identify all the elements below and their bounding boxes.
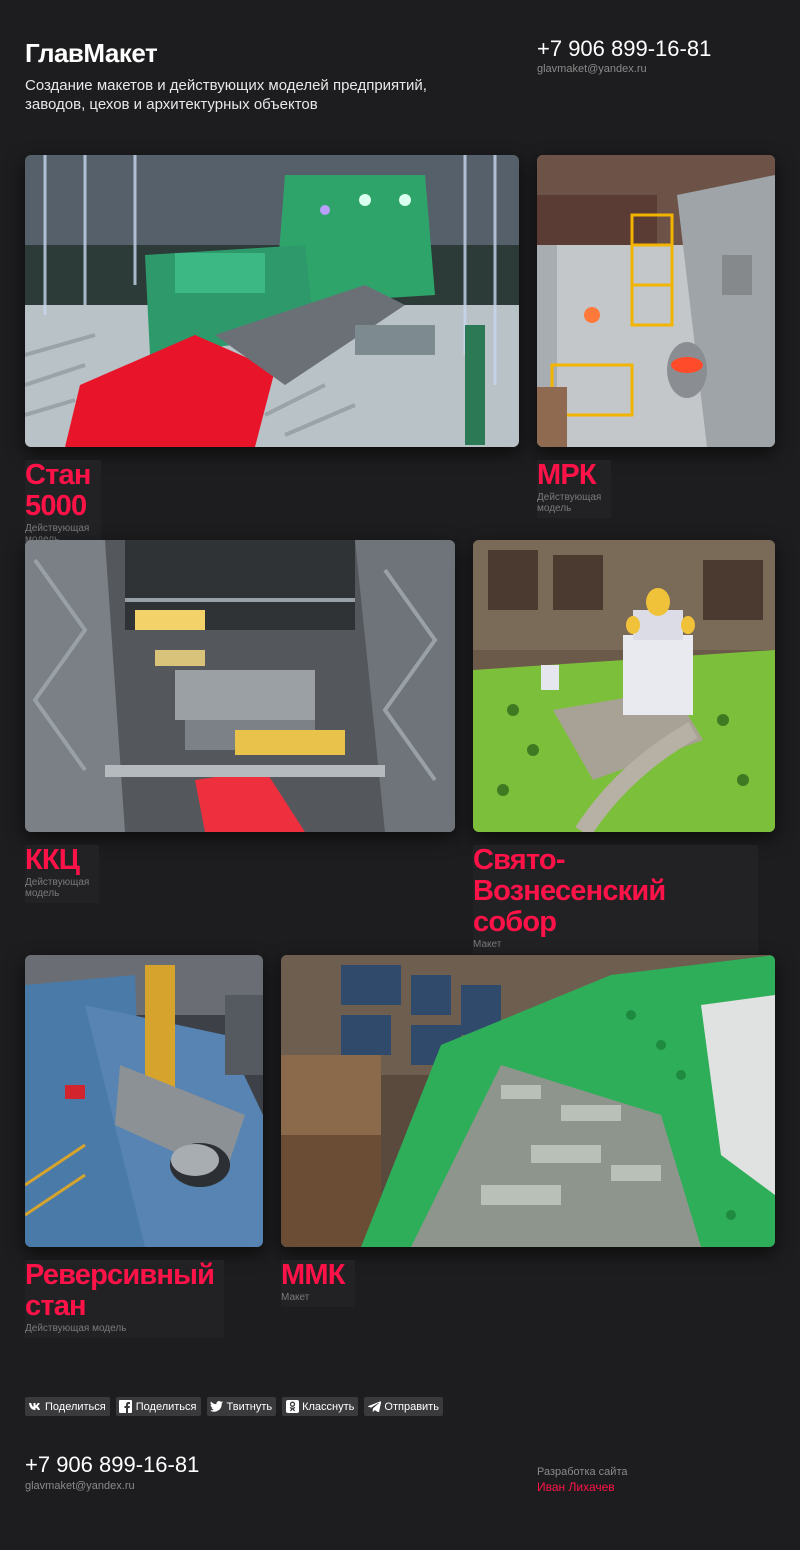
project-title[interactable]: ММК <box>281 1260 345 1291</box>
share-label: Класснуть <box>302 1400 355 1413</box>
developer-label: Разработка сайта <box>537 1466 628 1478</box>
share-twitter-button[interactable]: Твитнуть <box>206 1397 277 1416</box>
project-caption: Свято-Вознесенский собор Макет <box>473 845 758 954</box>
share-vk-button[interactable]: Поделиться <box>25 1397 110 1416</box>
project-subtitle: Макет <box>281 1292 310 1303</box>
footer-phone[interactable]: +7 906 899-16-81 <box>25 1452 199 1478</box>
project-caption: ККЦ Действующая модель <box>25 845 100 903</box>
header-phone[interactable]: +7 906 899-16-81 <box>537 36 711 62</box>
project-subtitle: Действующая модель <box>25 877 90 899</box>
project-title[interactable]: Реверсивный стан <box>25 1260 215 1322</box>
project-title[interactable]: МРК <box>537 460 601 491</box>
project-subtitle: Действующая модель <box>25 1323 127 1334</box>
project-image[interactable] <box>25 540 455 832</box>
project-title[interactable]: ККЦ <box>25 845 89 876</box>
project-image[interactable] <box>25 955 263 1247</box>
site-tagline: Создание макетов и действующих моделей п… <box>25 77 427 113</box>
project-image[interactable] <box>25 155 519 447</box>
project-title[interactable]: Стан 5000 <box>25 460 91 522</box>
share-label: Отправить <box>384 1400 439 1413</box>
share-telegram-button[interactable]: Отправить <box>364 1397 443 1416</box>
share-label: Поделиться <box>135 1400 197 1413</box>
project-caption: ММК Макет <box>281 1260 355 1307</box>
project-image[interactable] <box>537 155 775 447</box>
facebook-icon <box>119 1400 133 1414</box>
site-logo[interactable]: ГлавМакет <box>25 38 158 69</box>
project-caption: МРК Действующая модель <box>537 460 612 518</box>
header-email[interactable]: glavmaket@yandex.ru <box>537 63 647 75</box>
share-label: Поделиться <box>45 1400 106 1413</box>
project-subtitle: Макет <box>473 939 502 950</box>
share-odnoklassniki-button[interactable]: Класснуть <box>282 1397 359 1416</box>
telegram-icon <box>367 1400 381 1414</box>
share-label: Твитнуть <box>226 1400 273 1413</box>
odnoklassniki-icon <box>285 1400 299 1414</box>
vk-icon <box>28 1400 42 1414</box>
project-caption: Реверсивный стан Действующая модель <box>25 1260 225 1338</box>
developer-link[interactable]: Иван Лихачев <box>537 1480 615 1494</box>
project-caption: Стан 5000 Действующая модель <box>25 460 101 549</box>
project-title[interactable]: Свято-Вознесенский собор <box>473 845 748 938</box>
project-image[interactable] <box>281 955 775 1247</box>
share-bar: Поделиться Поделиться Твитнуть Класснуть… <box>25 1397 443 1416</box>
project-image[interactable] <box>473 540 775 832</box>
twitter-icon <box>210 1400 224 1414</box>
share-facebook-button[interactable]: Поделиться <box>115 1397 201 1416</box>
project-subtitle: Действующая модель <box>537 492 602 514</box>
footer-email[interactable]: glavmaket@yandex.ru <box>25 1480 135 1492</box>
